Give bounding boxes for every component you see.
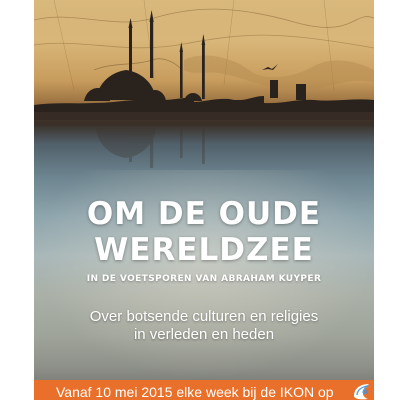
poster: OM DE OUDE WERELDZEE IN DE VOETSPOREN VA… [34,0,374,400]
subtitle: IN DE VOETSPOREN VAN ABRAHAM KUYPER [86,274,322,284]
npo2-logo-icon [354,384,370,400]
title-line-1: OM DE OUDE [86,196,322,232]
tagline-line-2: in verleden en heden [133,326,275,343]
banner-text: Vanaf 10 mei 2015 elke week bij de IKON … [56,384,334,400]
broadcast-banner: Vanaf 10 mei 2015 elke week bij de IKON … [34,380,374,400]
tagline-line-1: Over botsende culturen en religies [89,308,319,325]
title-line-2: WERELDZEE [94,232,314,268]
